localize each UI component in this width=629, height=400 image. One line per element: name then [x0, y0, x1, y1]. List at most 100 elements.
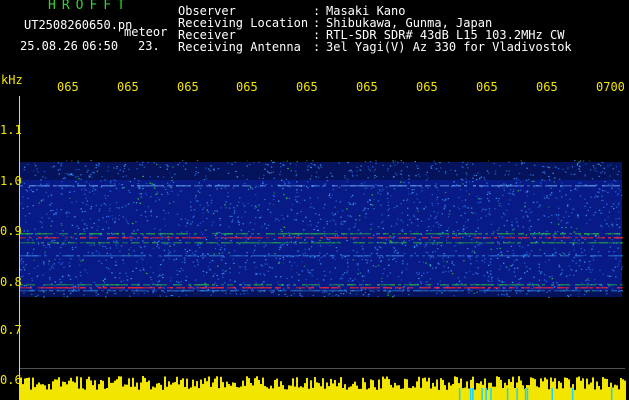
- signal-line-seg: [416, 242, 419, 244]
- noise-speck: [502, 194, 504, 196]
- signal-line-seg: [71, 287, 74, 289]
- noise-speck: [548, 296, 550, 298]
- noise-speck: [218, 231, 221, 234]
- signal-line-seg: [209, 290, 212, 292]
- amplitude-bar: [514, 388, 516, 400]
- signal-line-seg: [614, 242, 617, 244]
- noise-speck: [555, 214, 557, 216]
- noise-speck: [294, 199, 297, 201]
- signal-line-seg: [29, 290, 32, 292]
- signal-line-seg: [422, 290, 425, 292]
- noise-speck: [544, 180, 546, 182]
- noise-speck: [97, 165, 100, 167]
- signal-line-seg: [446, 242, 449, 244]
- signal-line-seg: [389, 255, 392, 257]
- noise-speck: [32, 252, 34, 254]
- signal-line-seg: [350, 185, 353, 187]
- signal-line-seg: [392, 290, 395, 292]
- noise-speck: [224, 234, 226, 236]
- signal-line-seg: [110, 287, 113, 289]
- noise-speck: [178, 296, 180, 298]
- noise-speck: [458, 208, 461, 210]
- noise-speck: [475, 174, 477, 177]
- signal-line-seg: [392, 185, 395, 187]
- noise-speck: [462, 230, 464, 232]
- noise-speck: [167, 239, 170, 241]
- noise-speck: [310, 163, 313, 165]
- noise-speck: [163, 243, 166, 245]
- signal-line-seg: [152, 290, 155, 292]
- signal-line-seg: [413, 290, 416, 292]
- signal-line-seg: [356, 237, 359, 239]
- amplitude-bar: [580, 380, 582, 400]
- noise-speck: [367, 166, 369, 168]
- signal-line-seg: [23, 237, 26, 239]
- signal-line-seg: [251, 287, 254, 289]
- noise-speck: [388, 207, 391, 209]
- noise-speck: [194, 174, 196, 177]
- signal-line-seg: [401, 255, 404, 257]
- noise-speck: [216, 188, 218, 190]
- signal-line-seg: [524, 287, 527, 289]
- noise-speck: [213, 253, 215, 255]
- signal-line-seg: [464, 242, 467, 244]
- noise-speck: [242, 203, 244, 205]
- noise-speck: [339, 278, 342, 280]
- noise-speck: [342, 274, 344, 276]
- signal-line-seg: [344, 233, 347, 235]
- signal-line-seg: [50, 242, 53, 244]
- signal-line-seg: [437, 233, 440, 235]
- amplitude-bar: [528, 385, 530, 400]
- signal-line-seg: [56, 287, 59, 289]
- signal-line-seg: [425, 290, 428, 292]
- noise-speck: [400, 170, 403, 172]
- signal-line-seg: [407, 284, 410, 286]
- signal-line-seg: [293, 284, 296, 286]
- noise-speck: [41, 226, 43, 228]
- noise-speck: [522, 216, 525, 218]
- noise-speck: [120, 245, 123, 247]
- noise-speck: [363, 252, 365, 254]
- noise-speck: [600, 165, 602, 167]
- noise-speck: [428, 218, 430, 220]
- signal-line-seg: [260, 237, 263, 239]
- noise-speck: [558, 223, 560, 225]
- signal-line-seg: [293, 185, 296, 187]
- noise-speck: [199, 222, 202, 224]
- signal-line-seg: [515, 290, 518, 292]
- signal-line-seg: [380, 242, 383, 244]
- amplitude-bar: [104, 388, 106, 400]
- signal-line-seg: [74, 290, 77, 292]
- signal-line-seg: [311, 290, 314, 292]
- noise-speck: [290, 170, 292, 172]
- noise-speck: [307, 224, 309, 226]
- signal-line-seg: [452, 290, 455, 292]
- signal-line-seg: [590, 185, 593, 187]
- noise-speck: [525, 234, 528, 236]
- signal-line-seg: [302, 233, 305, 235]
- noise-speck: [234, 280, 236, 282]
- noise-speck: [52, 209, 54, 211]
- amplitude-bar: [322, 378, 324, 400]
- amplitude-bar: [388, 379, 390, 400]
- noise-speck: [116, 166, 118, 168]
- signal-line-seg: [353, 237, 356, 239]
- signal-line-seg: [305, 255, 308, 257]
- noise-speck: [446, 230, 449, 232]
- signal-line-seg: [107, 284, 110, 286]
- noise-speck: [93, 193, 96, 195]
- amplitude-bar: [496, 376, 498, 400]
- noise-speck: [427, 187, 429, 189]
- noise-speck: [160, 285, 162, 287]
- signal-line-seg: [401, 185, 404, 187]
- noise-speck: [472, 212, 474, 214]
- signal-line-seg: [353, 255, 356, 257]
- amplitude-bar: [134, 386, 136, 400]
- noise-speck: [477, 172, 479, 174]
- signal-line-seg: [179, 255, 182, 257]
- noise-speck: [317, 229, 319, 231]
- noise-speck: [290, 208, 292, 210]
- noise-speck: [265, 259, 267, 261]
- signal-line-seg: [458, 242, 461, 244]
- noise-speck: [71, 160, 73, 162]
